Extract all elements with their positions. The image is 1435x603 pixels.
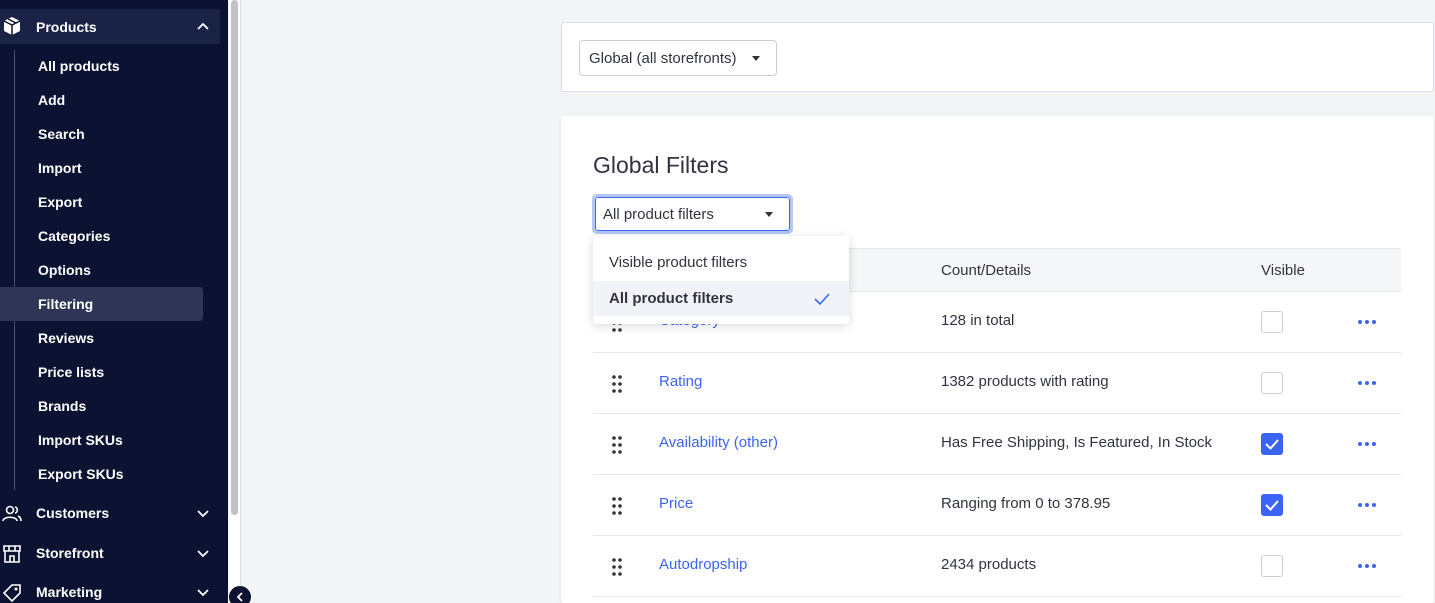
more-actions-icon[interactable] [1357,495,1377,515]
chevron-up-icon [197,22,209,30]
filter-name-link[interactable]: Rating [659,373,702,390]
sidebar-item-label: Search [38,126,85,142]
sidebar-item-label: Import SKUs [38,432,123,448]
sidebar-item-search[interactable]: Search [16,117,219,151]
sidebar-item-label: Filtering [38,296,94,312]
more-actions-icon[interactable] [1357,373,1377,393]
filter-type-select-value: All product filters [603,205,714,223]
filters-card: Global Filters All product filters Count… [561,116,1434,603]
sidebar-nav: Products All products Add Search Import … [0,0,228,603]
storefront-select[interactable]: Global (all storefronts) [579,40,777,76]
visible-checkbox[interactable] [1261,555,1283,577]
sidebar-item-label: Export [38,194,83,210]
table-row: Rating 1382 products with rating [593,353,1401,414]
sidebar-item-add[interactable]: Add [16,83,219,117]
drag-handle-icon[interactable] [611,374,623,394]
more-actions-icon[interactable] [1357,434,1377,454]
sidebar-item-label: Brands [38,398,87,414]
sidebar-item-categories[interactable]: Categories [16,219,219,253]
dropdown-option-label: Visible product filters [609,254,748,271]
tag-icon [2,584,21,603]
sidebar-item-label: Export SKUs [38,466,124,482]
filter-count: 2434 products [941,556,1037,573]
sidebar-scrollbar[interactable] [229,0,240,603]
dropdown-option-label: All product filters [609,290,734,307]
sidebar-item-label: Import [38,160,82,176]
drag-handle-icon[interactable] [611,496,623,516]
nav-section-customers[interactable]: Customers [0,496,220,530]
caret-down-icon [765,212,773,217]
nav-section-label: Marketing [36,584,103,600]
sidebar-item-label: Categories [38,228,111,244]
nav-section-label: Customers [36,505,110,521]
sidebar-item-export[interactable]: Export [16,185,219,219]
box-icon [3,17,21,35]
chevron-down-icon [197,550,209,558]
filter-type-dropdown: Visible product filters All product filt… [593,236,849,324]
storefront-icon [3,545,21,563]
storefront-select-value: Global (all storefronts) [589,49,737,67]
column-header-visible: Visible [1261,262,1305,279]
nav-section-label: Products [36,18,97,35]
filter-count: 1382 products with rating [941,373,1109,390]
filter-name-link[interactable]: Price [659,495,693,512]
sidebar-item-filtering[interactable]: Filtering [0,287,203,321]
filter-count: Ranging from 0 to 378.95 [941,495,1111,512]
sidebar-item-label: Reviews [38,330,95,346]
page-title: Global Filters [593,152,729,178]
filter-name-link[interactable]: Autodropship [659,556,747,573]
filter-type-select[interactable]: All product filters [592,194,793,234]
sidebar-item-import[interactable]: Import [16,151,219,185]
sidebar-item-import-skus[interactable]: Import SKUs [16,423,219,457]
checkmark-icon [1265,439,1279,450]
filter-count: Has Free Shipping, Is Featured, In Stock [941,434,1212,451]
subnav-divider [14,50,15,490]
sidebar-item-export-skus[interactable]: Export SKUs [16,457,219,491]
chevron-down-icon [197,589,209,597]
filter-count: 128 in total [941,312,1015,329]
chevron-left-icon [236,592,243,602]
filter-name-link[interactable]: Availability (other) [659,434,778,451]
caret-down-icon [752,56,760,61]
dropdown-option-visible[interactable]: Visible product filters [593,245,849,280]
table-row: Price Ranging from 0 to 378.95 [593,475,1401,536]
sidebar-item-label: Add [38,92,66,108]
table-row: Autodropship 2434 products [593,536,1401,597]
sidebar-item-reviews[interactable]: Reviews [16,321,219,355]
sidebar-item-options[interactable]: Options [16,253,219,287]
drag-handle-icon[interactable] [611,435,623,455]
dropdown-option-all[interactable]: All product filters [593,281,849,316]
sidebar-item-all-products[interactable]: All products [16,49,219,83]
nav-section-storefront[interactable]: Storefront [0,536,220,570]
more-actions-icon[interactable] [1357,312,1377,332]
checkmark-icon [1265,500,1279,511]
visible-checkbox[interactable] [1261,311,1283,333]
checkmark-icon [814,293,830,306]
chevron-down-icon [197,510,209,518]
more-actions-icon[interactable] [1357,556,1377,576]
nav-section-label: Storefront [36,545,104,561]
visible-checkbox[interactable] [1261,494,1283,516]
people-icon [2,505,22,522]
sidebar-item-label: Options [38,262,91,278]
visible-checkbox[interactable] [1261,372,1283,394]
sidebar-item-label: All products [38,58,120,74]
nav-section-marketing[interactable]: Marketing [0,575,220,603]
collapse-sidebar-button[interactable] [228,585,252,603]
sidebar-item-price-lists[interactable]: Price lists [16,355,219,389]
nav-section-products[interactable]: Products [0,9,220,44]
table-row: Availability (other) Has Free Shipping, … [593,414,1401,475]
sidebar-item-brands[interactable]: Brands [16,389,219,423]
column-header-count: Count/Details [941,262,1032,279]
sidebar-item-label: Price lists [38,364,105,380]
drag-handle-icon[interactable] [611,557,623,577]
storefront-card: Global (all storefronts) [561,22,1434,92]
visible-checkbox[interactable] [1261,433,1283,455]
scrollbar-thumb[interactable] [231,0,238,515]
